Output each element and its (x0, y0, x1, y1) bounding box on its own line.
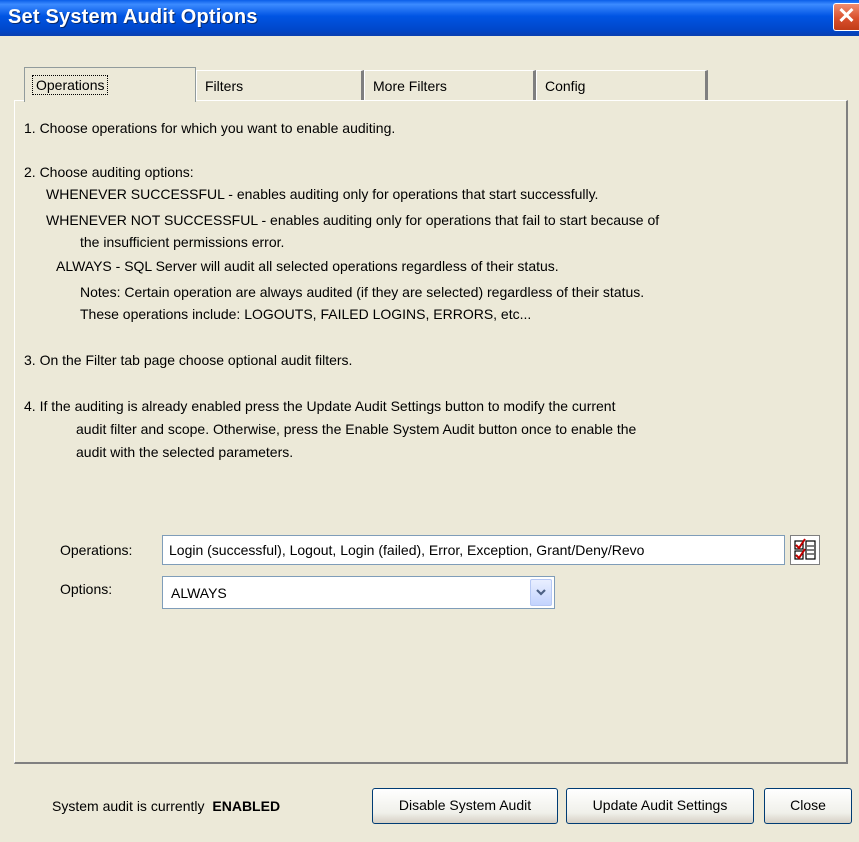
audit-status-value: ENABLED (212, 798, 281, 814)
tab-config-label: Config (545, 78, 586, 94)
operations-label: Operations: (60, 542, 133, 558)
instruction-step-2-title: 2. Choose auditing options: (24, 164, 194, 180)
checklist-icon (794, 538, 816, 560)
instruction-whenever-not-successful: WHENEVER NOT SUCCESSFUL - enables auditi… (46, 212, 660, 228)
instruction-whenever-successful: WHENEVER SUCCESSFUL - enables auditing o… (46, 186, 599, 202)
tab-filters[interactable]: Filters (196, 70, 364, 101)
title-bar[interactable]: Set System Audit Options ✕ (0, 0, 859, 36)
window-title: Set System Audit Options (8, 6, 258, 28)
operations-field[interactable]: Login (successful), Logout, Login (faile… (162, 535, 785, 565)
options-dropdown-button[interactable] (530, 579, 552, 606)
select-operations-button[interactable] (790, 535, 820, 565)
audit-status: System audit is currently ENABLED (52, 798, 280, 814)
chevron-down-icon (536, 589, 546, 596)
close-button[interactable]: Close (764, 788, 852, 824)
instruction-notes-1: Notes: Certain operation are always audi… (80, 284, 645, 300)
tab-more-filters[interactable]: More Filters (364, 70, 536, 101)
options-select[interactable]: ALWAYS (162, 576, 555, 609)
tab-config[interactable]: Config (536, 70, 708, 101)
instruction-step-1: 1. Choose operations for which you want … (24, 120, 396, 136)
close-icon: ✕ (837, 3, 856, 28)
options-select-value: ALWAYS (171, 585, 227, 601)
tab-operations[interactable]: Operations (24, 67, 196, 102)
instruction-step-4-line-1: 4. If the auditing is already enabled pr… (24, 398, 616, 414)
window-close-button[interactable]: ✕ (833, 3, 859, 31)
update-audit-settings-button[interactable]: Update Audit Settings (566, 788, 754, 824)
instruction-step-4-line-3: audit with the selected parameters. (76, 444, 294, 460)
instruction-notes-2: These operations include: LOGOUTS, FAILE… (80, 306, 532, 322)
options-label: Options: (60, 581, 113, 597)
disable-system-audit-button[interactable]: Disable System Audit (372, 788, 558, 824)
instruction-whenever-not-successful-cont: the insufficient permissions error. (80, 234, 285, 250)
tab-filters-label: Filters (205, 78, 244, 94)
instruction-always: ALWAYS - SQL Server will audit all selec… (56, 258, 559, 274)
instruction-step-4-line-2: audit filter and scope. Otherwise, press… (76, 421, 637, 437)
audit-status-label: System audit is currently (52, 798, 205, 814)
tab-more-filters-label: More Filters (373, 78, 447, 94)
tab-operations-label: Operations (31, 75, 109, 95)
operations-field-value: Login (successful), Logout, Login (faile… (169, 542, 645, 558)
instruction-step-3: 3. On the Filter tab page choose optiona… (24, 352, 353, 368)
